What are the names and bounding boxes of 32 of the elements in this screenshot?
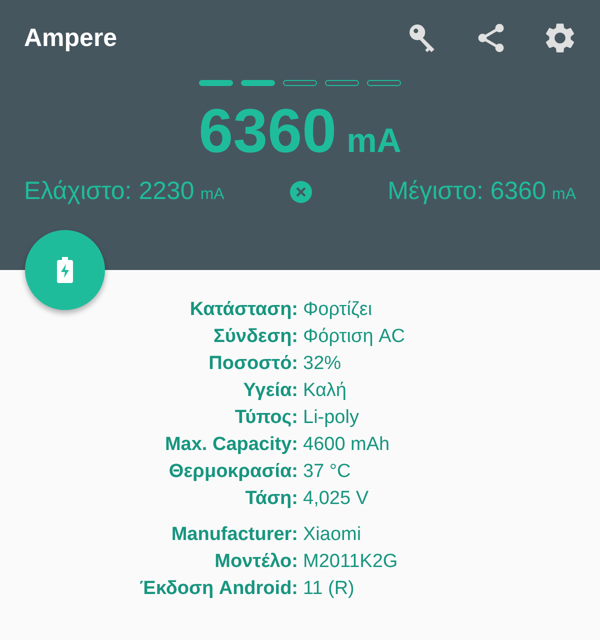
info-label: Κατάσταση: [190, 298, 298, 322]
info-label: Ποσοστό: [208, 352, 298, 376]
info-value: Φόρτιση AC [303, 325, 405, 349]
info-label: Max. Capacity: [164, 433, 298, 457]
info-label: Έκδοση Android: [140, 577, 298, 601]
battery-charging-icon [57, 257, 73, 283]
info-label: Manufacturer: [171, 523, 298, 547]
app-title: Ampere [24, 24, 118, 52]
info-label: Τύπος: [234, 406, 298, 430]
info-value: Καλή [303, 379, 346, 403]
info-value: 32% [303, 352, 342, 376]
current-value: 6360 [198, 96, 337, 167]
info-value: Xiaomi [303, 523, 362, 547]
info-value: 37 °C [303, 460, 351, 484]
info-label: Τάση: [245, 487, 298, 511]
maximum-reading: Μέγιστο: 6360 [388, 177, 546, 206]
close-icon [296, 186, 306, 196]
info-label: Σύνδεση: [214, 325, 298, 349]
info-value: Li-poly [303, 406, 359, 430]
current-unit: mA [346, 122, 402, 161]
info-value: Φορτίζει [303, 298, 372, 322]
info-label: Θερμοκρασία: [168, 460, 298, 484]
info-value: M2011K2G [303, 550, 398, 574]
clear-button[interactable] [290, 180, 312, 202]
maximum-unit: mA [552, 186, 576, 204]
info-value: 4,025 V [303, 487, 368, 511]
info-label: Υγεία: [243, 379, 298, 403]
info-label: Μοντέλο: [214, 550, 298, 574]
minimum-reading: Ελάχιστο: 2230 [24, 177, 194, 206]
info-value: 4600 mAh [303, 433, 390, 457]
info-value: 11 (R) [303, 577, 354, 601]
minimum-unit: mA [200, 186, 224, 204]
